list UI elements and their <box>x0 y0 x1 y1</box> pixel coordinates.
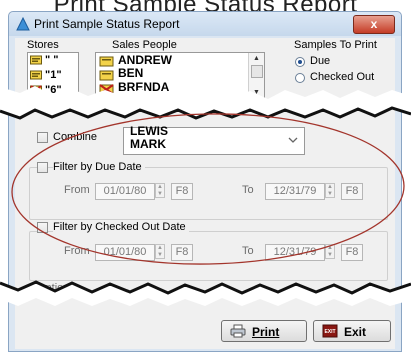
chevron-down-icon[interactable] <box>288 136 298 144</box>
filter-due-to-date[interactable]: 12/31/79 <box>265 183 325 200</box>
filter-due-from-spinner[interactable]: ▲ ▼ <box>155 183 165 198</box>
dialog-body: Stores " " "1" "6" Sales People ANDREW B… <box>15 38 395 349</box>
list-item[interactable]: "1" <box>30 69 62 83</box>
close-icon: x <box>370 17 378 31</box>
scroll-up-icon[interactable]: ▲ <box>253 55 260 62</box>
filter-due-from-date[interactable]: 01/01/80 <box>95 183 155 200</box>
list-item[interactable]: " " <box>30 54 59 68</box>
radio-checked-out[interactable] <box>295 73 305 83</box>
stores-label: Stores <box>27 39 59 51</box>
filter-checked-out-to-spinner[interactable]: ▲ ▼ <box>325 244 335 259</box>
list-item[interactable]: BRENDA <box>118 80 169 94</box>
list-item[interactable]: BEN <box>118 66 143 80</box>
options-label: Options <box>37 282 75 294</box>
filter-checked-out-to-f8-button[interactable]: F8 <box>341 244 363 261</box>
print-button[interactable]: Print <box>221 320 307 342</box>
filter-checked-out-to-label: To <box>242 245 254 257</box>
sales-people-scrollbar[interactable]: ▲ ▼ <box>248 53 264 99</box>
salesperson-icons <box>99 56 114 95</box>
store-name: "6" <box>45 84 62 97</box>
store-excluded-icon <box>30 85 42 95</box>
print-button-label: Print <box>252 325 280 339</box>
filter-due-to-label: To <box>242 184 254 196</box>
store-name: "1" <box>45 69 62 82</box>
store-name: " " <box>45 54 59 67</box>
store-icon <box>30 70 42 80</box>
list-item[interactable]: "6" <box>30 84 62 98</box>
filter-due-to-f8-button[interactable]: F8 <box>341 183 363 200</box>
list-item[interactable]: LEWIS <box>130 124 168 138</box>
close-button[interactable]: x <box>353 15 395 34</box>
radio-due-label: Due <box>310 55 331 67</box>
app-icon <box>16 17 30 31</box>
filter-checked-out-from-f8-button[interactable]: F8 <box>171 244 193 261</box>
filter-due-to-spinner[interactable]: ▲ ▼ <box>325 183 335 198</box>
combine-list[interactable]: LEWIS MARK <box>123 124 305 155</box>
exit-button[interactable]: EXIT Exit <box>313 320 391 342</box>
filter-checked-out-from-spinner[interactable]: ▲ ▼ <box>155 244 165 259</box>
filter-due-checkbox[interactable] <box>37 162 48 173</box>
filter-checked-out-from-label: From <box>64 245 90 257</box>
sales-people-label: Sales People <box>112 39 177 51</box>
combine-label: Combine <box>53 131 98 143</box>
title-bar: Print Sample Status Report x <box>9 12 401 36</box>
radio-checked-out-label: Checked Out <box>310 71 375 83</box>
window-title: Print Sample Status Report <box>34 17 180 31</box>
printer-icon <box>230 324 246 338</box>
sales-people-list[interactable]: ANDREW BEN BRENDA ▲ ▼ <box>95 52 265 100</box>
list-item[interactable]: MARK <box>130 137 166 151</box>
combine-checkbox[interactable] <box>37 132 48 143</box>
print-sample-status-window: Print Sample Status Report x Stores " " … <box>8 11 402 352</box>
scroll-thumb[interactable] <box>251 65 263 78</box>
exit-button-label: Exit <box>344 325 367 339</box>
scroll-down-icon[interactable]: ▼ <box>253 89 260 96</box>
radio-due[interactable] <box>295 57 305 67</box>
filter-checked-out-from-date[interactable]: 01/01/80 <box>95 244 155 261</box>
samples-to-print-label: Samples To Print <box>294 39 377 51</box>
svg-text:EXIT: EXIT <box>324 329 335 335</box>
list-item[interactable]: ANDREW <box>118 53 172 67</box>
stores-list[interactable]: " " "1" "6" <box>27 52 79 100</box>
filter-checked-out-to-date[interactable]: 12/31/79 <box>265 244 325 261</box>
exit-icon: EXIT <box>322 324 338 338</box>
filter-due-from-f8-button[interactable]: F8 <box>171 183 193 200</box>
filter-due-from-label: From <box>64 184 90 196</box>
filter-checked-out-checkbox[interactable] <box>37 222 48 233</box>
store-icon <box>30 55 42 65</box>
filter-checked-out-label: Filter by Checked Out Date <box>53 221 189 233</box>
filter-due-label: Filter by Due Date <box>53 161 145 173</box>
